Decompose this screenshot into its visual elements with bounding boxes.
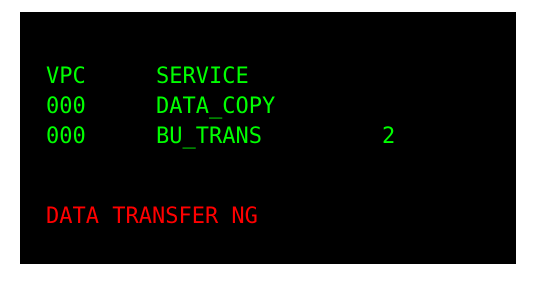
row-vpc-value: 000 <box>46 94 86 119</box>
header-row: VPC SERVICE <box>46 62 249 92</box>
table-row: 000 DATA_COPY <box>46 92 275 122</box>
row-service-value: DATA_COPY <box>156 94 276 119</box>
status-message: DATA TRANSFER NG <box>46 202 258 232</box>
terminal-screen: VPC SERVICE 000 DATA_COPY 000 BU_TRANS 2… <box>20 12 516 264</box>
header-vpc-label: VPC <box>46 64 86 89</box>
header-service-label: SERVICE <box>156 64 249 89</box>
row-vpc-value: 000 <box>46 124 86 149</box>
row-service-value: BU_TRANS <box>156 124 262 149</box>
row-count-value: 2 <box>382 124 396 149</box>
status-message-text: DATA TRANSFER NG <box>46 204 258 229</box>
table-row: 000 BU_TRANS 2 <box>46 122 395 152</box>
